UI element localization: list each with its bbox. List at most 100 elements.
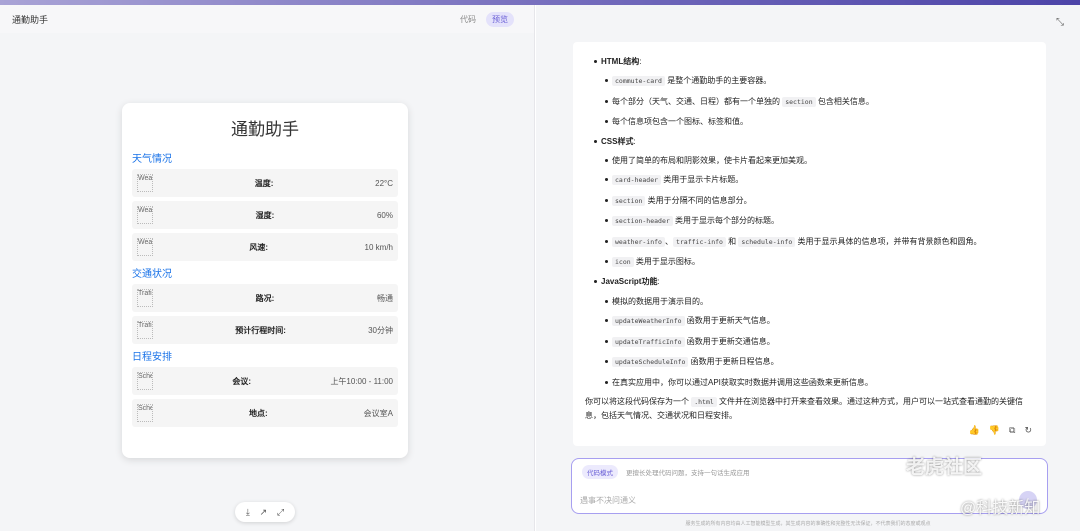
list-item: CSS样式: 使用了简单的布局和阴影效果，使卡片看起来更加美观。 card-he… xyxy=(594,132,1034,273)
inline-code: icon xyxy=(612,257,634,268)
list-text: 函数用于更新交通信息。 xyxy=(684,336,775,346)
thumb-down-icon[interactable]: 👎 xyxy=(989,421,1000,440)
preview-toolbar: ⤓ ↗ ⤢ xyxy=(235,502,295,522)
list-item: card-header 类用于显示卡片标题。 xyxy=(605,170,1034,190)
list-item: commute-card 是整个通勤助手的主要容器。 xyxy=(605,71,1034,91)
css-heading: CSS样式 xyxy=(601,136,634,146)
copy-icon[interactable]: ⧉ xyxy=(1009,421,1015,440)
inline-code: traffic-info xyxy=(672,236,726,247)
row-value: 60% xyxy=(376,210,393,220)
inline-code: weather-info xyxy=(612,236,665,247)
commute-card: 通勤助手 天气情况 Wea 温度: 22°C Wea 湿度: 60% Wea 风… xyxy=(122,103,408,458)
row-value: 30分钟 xyxy=(368,325,393,335)
list-item: 每个部分（天气、交通、日程）都有一个单独的 section 包含相关信息。 xyxy=(605,92,1034,112)
preview-title: 通勤助手 xyxy=(12,14,49,25)
row-label: 路况: xyxy=(255,293,275,303)
assistant-message: HTML结构: commute-card 是整个通勤助手的主要容器。 每个部分（… xyxy=(573,42,1046,446)
row-value: 10 km/h xyxy=(364,242,393,252)
mode-hint: 更擅长处理代码问题，支持一句话生成应用 xyxy=(626,470,750,477)
fullscreen-icon[interactable]: ⤢ xyxy=(277,507,284,518)
preview-header: 通勤助手 代码 预览 xyxy=(0,5,534,33)
row-label: 会议: xyxy=(232,376,252,386)
thumb-up-icon[interactable]: 👍 xyxy=(969,421,980,440)
list-item: 模拟的数据用于演示目的。 xyxy=(605,292,1034,311)
regenerate-icon[interactable]: ↻ xyxy=(1024,421,1032,440)
list-item: 使用了简单的布局和阴影效果，使卡片看起来更加美观。 xyxy=(605,151,1034,170)
list-item: 每个信息项包含一个图标、标签和值。 xyxy=(605,112,1034,131)
weather-icon: Wea xyxy=(137,238,153,256)
traffic-icon: Trafi xyxy=(137,289,153,307)
schedule-icon: Sche xyxy=(137,372,153,390)
collapse-icon[interactable]: ⤡ xyxy=(1056,17,1064,28)
traffic-row-eta: Trafi 预计行程时间: 30分钟 xyxy=(132,316,398,344)
js-heading: JavaScript功能 xyxy=(601,277,658,287)
list-text: 模拟的数据用于演示目的。 xyxy=(612,296,708,306)
list-text: 使用了简单的布局和阴影效果，使卡片看起来更加美观。 xyxy=(612,156,812,166)
row-value: 畅通 xyxy=(377,293,393,303)
list-text: 类用于显示图标。 xyxy=(633,257,700,267)
weather-icon: Wea xyxy=(137,206,153,224)
card-title: 通勤助手 xyxy=(231,120,299,139)
list-text: 每个信息项包含一个图标、标签和值。 xyxy=(612,117,748,127)
row-value: 上午10:00 - 11:00 xyxy=(330,376,393,386)
list-item: updateTrafficInfo 函数用于更新交通信息。 xyxy=(605,332,1034,352)
watermark-handle: @科技新知 xyxy=(960,500,1041,517)
list-text: 包含相关信息。 xyxy=(815,96,874,106)
tab-code[interactable]: 代码 xyxy=(454,12,482,27)
share-icon[interactable]: ↗ xyxy=(260,507,268,518)
section-title-weather: 天气情况 xyxy=(132,154,172,165)
weather-row-temperature: Wea 温度: 22°C xyxy=(132,169,398,197)
list-item: section 类用于分隔不同的信息部分。 xyxy=(605,191,1034,211)
tab-preview[interactable]: 预览 xyxy=(486,11,514,27)
list-text: 类用于显示具体的信息项，并带有背景颜色和圆角。 xyxy=(795,236,982,246)
list-text: 类用于分隔不同的信息部分。 xyxy=(645,195,752,205)
code-mode-chip[interactable]: 代码模式 xyxy=(582,465,618,479)
list-text: 类用于显示每个部分的标题。 xyxy=(672,216,780,226)
list-text: 是整个通勤助手的主要容器。 xyxy=(664,76,772,86)
weather-row-humidity: Wea 湿度: 60% xyxy=(132,201,398,229)
inline-code: schedule-info xyxy=(738,236,796,247)
traffic-icon: Trafi xyxy=(137,321,153,339)
list-item: weather-info、 traffic-info 和 schedule-inf… xyxy=(605,232,1034,252)
mode-tabs: 代码 预览 xyxy=(454,11,514,27)
message-actions: 👍 👎 ⧉ ↻ xyxy=(969,421,1032,440)
traffic-row-condition: Trafi 路况: 畅通 xyxy=(132,284,398,312)
inline-code: updateScheduleInfo xyxy=(612,357,689,368)
list-text: 函数用于更新日程信息。 xyxy=(688,357,779,367)
weather-row-wind: Wea 风速: 10 km/h xyxy=(132,233,398,261)
watermark-logo: 老虎社区 xyxy=(906,457,983,478)
inline-code: updateWeatherInfo xyxy=(612,316,685,327)
list-item: 在真实应用中，你可以通过API获取实时数据并调用这些函数来更新信息。 xyxy=(605,373,1034,392)
inline-code: section xyxy=(612,195,646,206)
schedule-row-meeting: Sche 会议: 上午10:00 - 11:00 xyxy=(132,367,398,395)
inline-code: commute-card xyxy=(612,76,665,87)
list-text: 在真实应用中，你可以通过API获取实时数据并调用这些函数来更新信息。 xyxy=(612,377,873,387)
row-label: 温度: xyxy=(254,178,274,188)
inline-code: .html xyxy=(691,396,717,407)
section-title-traffic: 交通状况 xyxy=(132,269,172,280)
list-text: 每个部分（天气、交通、日程）都有一个单独的 xyxy=(612,96,783,106)
html-heading: HTML结构 xyxy=(601,57,640,66)
closing-text: 你可以将这段代码保存为一个 xyxy=(585,396,692,406)
weather-icon: Wea xyxy=(137,174,153,192)
list-item: JavaScript功能: 模拟的数据用于演示目的。 updateWeather… xyxy=(594,272,1034,392)
row-value: 会议室A xyxy=(363,408,393,418)
row-label: 风速: xyxy=(249,242,269,252)
list-item: section-header 类用于显示每个部分的标题。 xyxy=(605,211,1034,231)
inline-code: section xyxy=(782,96,816,107)
chat-panel: ⤡ HTML结构: commute-card 是整个通勤助手的主要容器。 每个部… xyxy=(536,5,1080,531)
schedule-row-location: Sche 地点: 会议室A xyxy=(132,399,398,427)
download-icon[interactable]: ⤓ xyxy=(246,507,250,518)
chat-input[interactable]: 遇事不决问通义 xyxy=(580,495,636,506)
list-item: updateScheduleInfo 函数用于更新日程信息。 xyxy=(605,352,1034,372)
list-item: icon 类用于显示图标。 xyxy=(605,252,1034,272)
closing-paragraph: 你可以将这段代码保存为一个 .html 文件并在浏览器中打开来查看效果。通过这种… xyxy=(585,395,1034,422)
row-label: 湿度: xyxy=(255,210,275,220)
row-label: 预计行程时间: xyxy=(235,325,286,335)
list-text: 类用于显示卡片标题。 xyxy=(661,175,744,185)
inline-code: section-header xyxy=(612,216,673,227)
list-item: updateWeatherInfo 函数用于更新天气信息。 xyxy=(605,311,1034,331)
row-label: 地点: xyxy=(248,408,268,418)
disclaimer: 服务生成的所有内容均由人工智能模型生成，其生成内容的准确性和完整性无法保证，不代… xyxy=(685,521,931,527)
row-value: 22°C xyxy=(375,178,393,188)
